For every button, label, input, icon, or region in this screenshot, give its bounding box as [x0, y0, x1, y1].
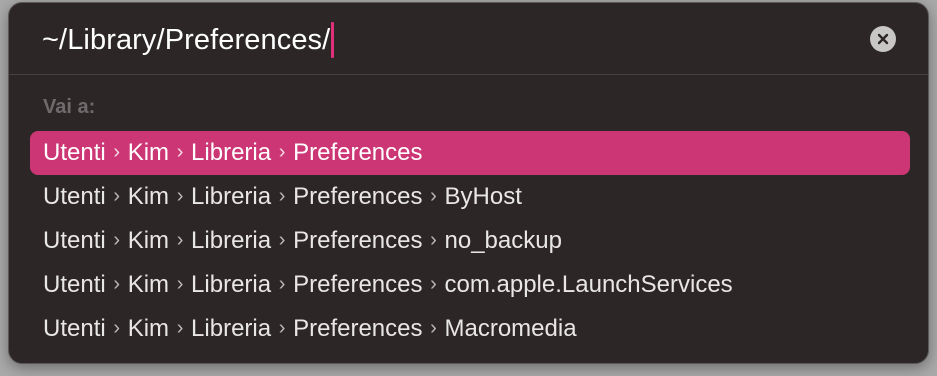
chevron-right-icon: ›: [113, 140, 121, 163]
clear-icon: [877, 33, 889, 45]
chevron-right-icon: ›: [176, 316, 184, 339]
path-segment: com.apple.LaunchServices: [444, 271, 733, 298]
clear-button[interactable]: [870, 26, 896, 52]
path-segment: Utenti: [43, 183, 106, 210]
path-segment: Libreria: [191, 227, 272, 254]
path-segment: ByHost: [444, 183, 522, 210]
chevron-right-icon: ›: [430, 184, 437, 207]
path-segment: Libreria: [191, 139, 272, 166]
chevron-right-icon: ›: [278, 184, 286, 207]
path-segment: Kim: [127, 271, 170, 298]
go-to-folder-panel: ~/Library/Preferences/ Vai a: Utenti › Kim…: [8, 2, 929, 364]
path-segment: Preferences: [293, 271, 423, 298]
search-row: ~/Library/Preferences/: [9, 3, 928, 75]
path-segment: Macromedia: [444, 315, 577, 342]
chevron-right-icon: ›: [278, 140, 286, 163]
chevron-right-icon: ›: [278, 228, 286, 251]
results-list: Utenti › Kim › Libreria › Preferences Utenti › Ki…: [30, 131, 910, 351]
path-segment: Kim: [127, 139, 170, 166]
result-row[interactable]: Utenti › Kim › Libreria › Preferences › ByHost: [30, 175, 910, 219]
path-segment: Preferences: [293, 183, 423, 210]
chevron-right-icon: ›: [113, 272, 121, 295]
chevron-right-icon: ›: [430, 228, 437, 251]
chevron-right-icon: ›: [113, 316, 121, 339]
chevron-right-icon: ›: [278, 272, 286, 295]
section-label: Vai a:: [43, 96, 96, 118]
path-segment: Preferences: [293, 315, 423, 342]
path-segment: Utenti: [43, 139, 106, 166]
path-segment: Preferences: [293, 227, 423, 254]
path-segment: Libreria: [191, 271, 272, 298]
path-segment: Kim: [127, 183, 170, 210]
chevron-right-icon: ›: [113, 228, 121, 251]
path-input[interactable]: ~/Library/Preferences/: [42, 21, 335, 59]
path-segment: Libreria: [191, 183, 272, 210]
path-segment: Kim: [127, 227, 170, 254]
chevron-right-icon: ›: [430, 272, 437, 295]
path-segment: Preferences: [293, 139, 423, 166]
text-caret: [331, 22, 335, 58]
path-segment: Utenti: [43, 315, 106, 342]
result-row[interactable]: Utenti › Kim › Libreria › Preferences › no_backu…: [30, 219, 910, 263]
path-segment: Libreria: [191, 315, 272, 342]
chevron-right-icon: ›: [113, 184, 121, 207]
path-segment: Utenti: [43, 271, 106, 298]
path-segment: Utenti: [43, 227, 106, 254]
chevron-right-icon: ›: [176, 184, 184, 207]
chevron-right-icon: ›: [176, 272, 184, 295]
result-row-selected[interactable]: Utenti › Kim › Libreria › Preferences: [30, 131, 910, 175]
chevron-right-icon: ›: [278, 316, 286, 339]
result-row[interactable]: Utenti › Kim › Libreria › Preferences › Macromed…: [30, 307, 910, 351]
result-row[interactable]: Utenti › Kim › Libreria › Preferences › com.appl…: [30, 263, 910, 307]
path-segment: no_backup: [444, 227, 562, 254]
chevron-right-icon: ›: [430, 316, 437, 339]
path-input-value: ~/Library/Preferences/: [42, 23, 331, 56]
chevron-right-icon: ›: [176, 140, 184, 163]
chevron-right-icon: ›: [176, 228, 184, 251]
path-segment: Kim: [127, 315, 170, 342]
